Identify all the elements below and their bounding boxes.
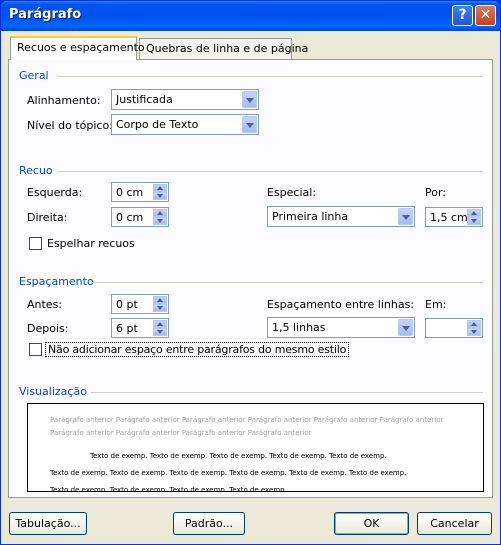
title-bar[interactable]: Parágrafo ? ✕ bbox=[1, 1, 500, 31]
preview-previous-paragraph: Parágrafo anterior Parágrafo anterior Pa… bbox=[50, 416, 444, 437]
nao-adicionar-espaco-label[interactable]: Não adicionar espaço entre parágrafos do… bbox=[45, 342, 350, 357]
direita-spinner[interactable]: 0 cm bbox=[111, 207, 169, 227]
depois-spinner[interactable]: 6 pt bbox=[111, 318, 169, 338]
spin-up-icon[interactable] bbox=[153, 320, 167, 328]
especial-select[interactable]: Primeira linha bbox=[267, 206, 415, 227]
chevron-down-icon[interactable] bbox=[398, 319, 413, 336]
em-label: Em: bbox=[425, 298, 447, 311]
alinhamento-value: Justificada bbox=[116, 93, 173, 106]
spin-up-icon[interactable] bbox=[467, 209, 481, 217]
spin-up-icon[interactable] bbox=[153, 184, 167, 192]
em-spinner[interactable] bbox=[425, 318, 483, 338]
tabulacao-button[interactable]: Tabulação... bbox=[9, 512, 87, 535]
preview-sample-text: Texto de exemp. Texto de exemp. Texto de… bbox=[50, 448, 470, 492]
spin-down-icon[interactable] bbox=[467, 328, 481, 336]
chevron-down-icon[interactable] bbox=[242, 116, 257, 133]
preview-line: Texto de exemp. Texto de exemp. Texto de… bbox=[50, 486, 287, 492]
group-recuo-label: Recuo bbox=[19, 164, 53, 177]
group-visualizacao-label: Visualização bbox=[19, 385, 87, 398]
padrao-button[interactable]: Padrão... bbox=[173, 512, 245, 535]
spin-up-icon[interactable] bbox=[153, 209, 167, 217]
por-value: 1,5 cm bbox=[430, 211, 468, 224]
help-button[interactable]: ? bbox=[452, 5, 473, 26]
group-divider bbox=[91, 282, 483, 283]
por-label: Por: bbox=[425, 186, 447, 199]
por-spinner[interactable]: 1,5 cm bbox=[425, 207, 483, 227]
direita-value: 0 cm bbox=[116, 211, 144, 224]
preview-line: Texto de exemp. Texto de exemp. Texto de… bbox=[90, 452, 387, 460]
antes-value: 0 pt bbox=[116, 298, 138, 311]
tab-quebras-linha[interactable]: Quebras de linha e de página bbox=[139, 38, 308, 60]
chevron-down-icon[interactable] bbox=[242, 91, 257, 108]
antes-spinner[interactable]: 0 pt bbox=[111, 294, 169, 314]
nivel-topico-value: Corpo de Texto bbox=[116, 118, 199, 131]
tab-recuos-espacamento[interactable]: Recuos e espaçamento bbox=[10, 36, 145, 60]
esquerda-value: 0 cm bbox=[116, 186, 144, 199]
entre-linhas-label: Espaçamento entre linhas: bbox=[267, 298, 415, 311]
preview-line: Texto de exemp. Texto de exemp. Texto de… bbox=[50, 469, 407, 477]
ok-button[interactable]: OK bbox=[334, 512, 409, 535]
esquerda-label: Esquerda: bbox=[27, 186, 83, 199]
help-icon: ? bbox=[458, 7, 467, 23]
chevron-down-icon[interactable] bbox=[398, 208, 413, 225]
spin-down-icon[interactable] bbox=[153, 328, 167, 336]
group-divider bbox=[91, 392, 483, 393]
nao-adicionar-espaco-checkbox[interactable] bbox=[29, 343, 42, 356]
tab-label: Quebras de linha e de página bbox=[146, 42, 309, 55]
nivel-topico-select[interactable]: Corpo de Texto bbox=[111, 114, 259, 135]
window-title: Parágrafo bbox=[9, 7, 82, 22]
spin-down-icon[interactable] bbox=[153, 217, 167, 225]
close-button[interactable]: ✕ bbox=[475, 5, 496, 26]
nivel-topico-label: Nível do tópico: bbox=[27, 119, 113, 132]
spin-up-icon[interactable] bbox=[153, 296, 167, 304]
esquerda-spinner[interactable]: 0 cm bbox=[111, 182, 169, 202]
espelhar-recuos-label[interactable]: Espelhar recuos bbox=[47, 237, 135, 250]
antes-label: Antes: bbox=[27, 298, 63, 311]
group-divider bbox=[57, 171, 483, 172]
alinhamento-label: Alinhamento: bbox=[27, 94, 101, 107]
especial-label: Especial: bbox=[267, 186, 317, 199]
depois-value: 6 pt bbox=[116, 322, 138, 335]
especial-value: Primeira linha bbox=[272, 210, 349, 223]
spin-up-icon[interactable] bbox=[467, 320, 481, 328]
spin-down-icon[interactable] bbox=[467, 217, 481, 225]
spin-down-icon[interactable] bbox=[153, 192, 167, 200]
alinhamento-select[interactable]: Justificada bbox=[111, 89, 259, 110]
espelhar-recuos-checkbox[interactable] bbox=[29, 237, 42, 250]
entre-linhas-select[interactable]: 1,5 linhas bbox=[267, 317, 415, 338]
cancel-button[interactable]: Cancelar bbox=[417, 512, 492, 535]
spin-down-icon[interactable] bbox=[153, 304, 167, 312]
paragraph-dialog: Parágrafo ? ✕ Recuos e espaçamento Quebr… bbox=[0, 0, 501, 545]
paragraph-preview: Parágrafo anterior Parágrafo anterior Pa… bbox=[27, 403, 484, 492]
entre-linhas-value: 1,5 linhas bbox=[272, 321, 326, 334]
direita-label: Direita: bbox=[27, 211, 68, 224]
close-icon: ✕ bbox=[479, 7, 492, 23]
group-divider bbox=[57, 76, 483, 77]
tab-label: Recuos e espaçamento bbox=[17, 41, 145, 54]
group-espacamento-label: Espaçamento bbox=[19, 275, 94, 288]
group-geral-label: Geral bbox=[19, 69, 49, 82]
depois-label: Depois: bbox=[27, 322, 69, 335]
